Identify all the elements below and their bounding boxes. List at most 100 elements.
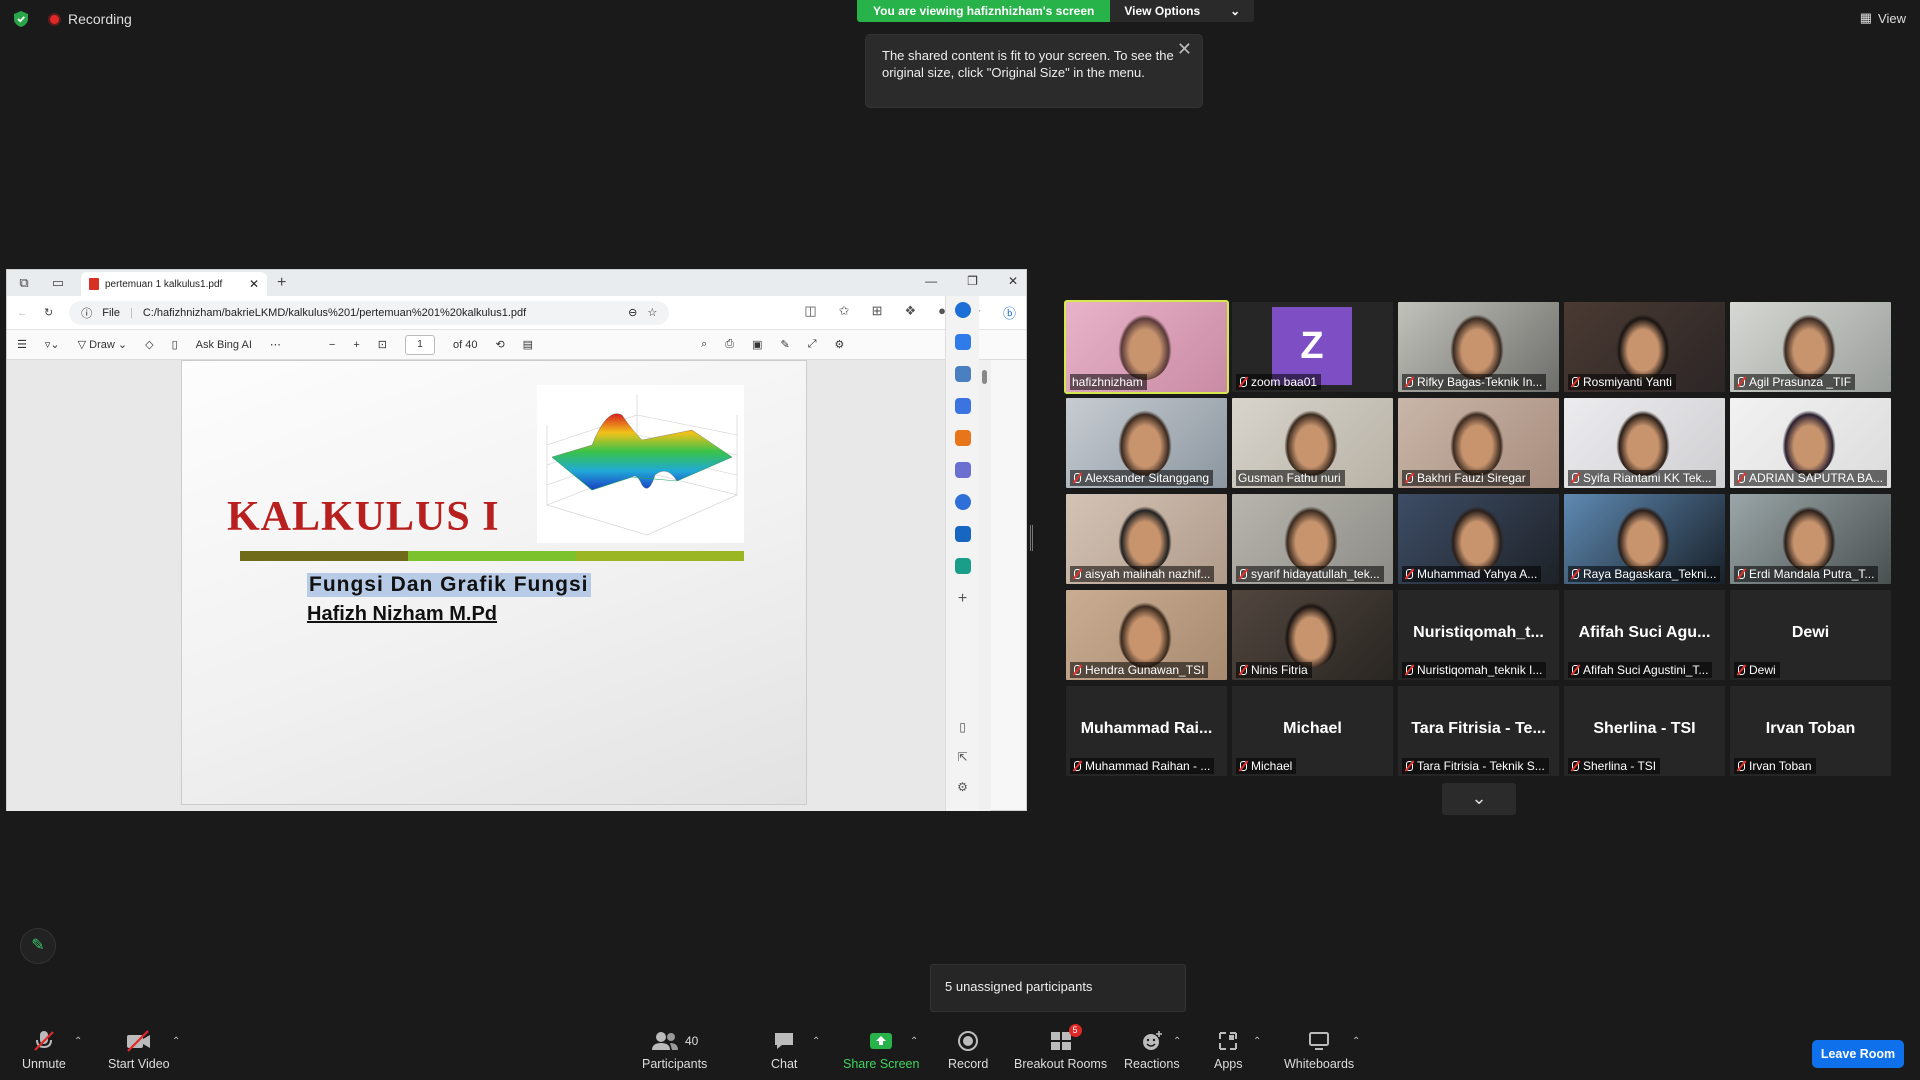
- close-tab-icon[interactable]: ✕: [249, 277, 259, 291]
- participant-tile[interactable]: Gusman Fathu nuri: [1232, 398, 1393, 488]
- participant-tile[interactable]: Syifa Riantami KK Tek...: [1564, 398, 1725, 488]
- maximize-icon[interactable]: ❐: [967, 274, 978, 288]
- participant-tile[interactable]: Hendra Gunawan_TSI: [1066, 590, 1227, 680]
- participant-tile[interactable]: hafizhnizham: [1064, 300, 1229, 394]
- more-tools-icon[interactable]: ⋯: [270, 338, 281, 351]
- participants-button[interactable]: 40 Participants: [642, 1030, 707, 1071]
- participant-tile[interactable]: Rifky Bagas-Teknik In...: [1398, 302, 1559, 392]
- collections-icon[interactable]: ⊞: [872, 303, 883, 322]
- whiteboards-button[interactable]: Whiteboards: [1284, 1030, 1354, 1071]
- chevron-down-icon[interactable]: ⌄: [1442, 783, 1516, 815]
- video-options-caret[interactable]: ⌃: [172, 1036, 180, 1047]
- find-icon[interactable]: ⌕: [701, 338, 707, 351]
- sidebar-toggle-icon[interactable]: ▯: [959, 720, 966, 734]
- settings-icon[interactable]: ⚙: [835, 338, 845, 351]
- participant-tile[interactable]: syarif hidayatullah_tek...: [1232, 494, 1393, 584]
- games-icon[interactable]: [954, 462, 971, 478]
- drop-icon[interactable]: [954, 558, 971, 574]
- recording-indicator[interactable]: Recording: [48, 11, 132, 27]
- apps-options-caret[interactable]: ⌃: [1253, 1036, 1261, 1047]
- share-screen-button[interactable]: Share Screen: [843, 1030, 919, 1071]
- participant-tile[interactable]: aisyah malihah nazhif...: [1066, 494, 1227, 584]
- sidebar-settings-icon[interactable]: ⚙: [957, 780, 968, 794]
- leave-room-button[interactable]: Leave Room: [1812, 1040, 1904, 1068]
- highlight-icon[interactable]: ▿⌄: [45, 338, 60, 351]
- view-options-button[interactable]: View Options ⌄: [1110, 0, 1255, 22]
- refresh-icon[interactable]: ↻: [44, 306, 53, 319]
- minimize-icon[interactable]: —: [925, 274, 937, 288]
- pdf-scrollbar[interactable]: [979, 360, 991, 811]
- ask-bing-button[interactable]: Ask Bing AI: [196, 339, 252, 351]
- zoom-out-icon[interactable]: −: [329, 339, 335, 351]
- splitter-handle[interactable]: [1030, 525, 1033, 551]
- unassigned-participants-popup[interactable]: 5 unassigned participants: [930, 964, 1186, 1012]
- participant-tile[interactable]: Alexsander Sitanggang: [1066, 398, 1227, 488]
- participant-tile[interactable]: Muhammad Yahya A...: [1398, 494, 1559, 584]
- participant-tile[interactable]: Rosmiyanti Yanti: [1564, 302, 1725, 392]
- view-button[interactable]: ▦ View: [1860, 10, 1906, 26]
- chat-button[interactable]: Chat: [771, 1030, 797, 1071]
- open-external-icon[interactable]: ⇱: [957, 750, 967, 764]
- contents-icon[interactable]: ☰: [17, 338, 27, 351]
- zoom-icon[interactable]: ⊖: [628, 306, 637, 319]
- shopping-icon[interactable]: [954, 398, 971, 414]
- search-icon[interactable]: [954, 366, 971, 382]
- annotate-pencil-icon[interactable]: ✎: [20, 928, 56, 964]
- save-as-icon[interactable]: ✎: [780, 338, 789, 351]
- outlook-icon[interactable]: [954, 526, 971, 542]
- zoom-in-icon[interactable]: +: [353, 339, 359, 351]
- office-icon[interactable]: [954, 494, 971, 510]
- participant-tile[interactable]: Erdi Mandala Putra_T...: [1730, 494, 1891, 584]
- back-icon[interactable]: ←: [17, 307, 28, 319]
- favorites-icon[interactable]: ✩: [839, 303, 850, 322]
- participant-tile[interactable]: Zzoom baa01: [1232, 302, 1393, 392]
- pdf-viewer[interactable]: KALKULUS I Fungsi Dan Grafik Fungsi Hafi…: [7, 296, 979, 811]
- audio-options-caret[interactable]: ⌃: [74, 1036, 82, 1047]
- participant-tile[interactable]: Raya Bagaskara_Tekni...: [1564, 494, 1725, 584]
- close-window-icon[interactable]: ✕: [1008, 274, 1018, 288]
- participant-tile[interactable]: Ninis Fitria: [1232, 590, 1393, 680]
- rotate-icon[interactable]: ⟲: [495, 338, 504, 351]
- scroll-thumb[interactable]: [982, 370, 987, 384]
- page-view-icon[interactable]: ▤: [523, 338, 533, 351]
- whiteboards-options-caret[interactable]: ⌃: [1352, 1036, 1360, 1047]
- participant-tile[interactable]: Muhammad Rai... Muhammad Raihan - ...: [1066, 686, 1227, 776]
- reactions-button[interactable]: Reactions: [1124, 1030, 1180, 1071]
- fullscreen-icon[interactable]: ⤢: [808, 338, 817, 351]
- page-number-input[interactable]: 1: [404, 334, 435, 355]
- browser-tab[interactable]: pertemuan 1 kalkulus1.pdf ✕: [81, 272, 267, 296]
- favorite-icon[interactable]: ☆: [647, 306, 657, 319]
- breakout-rooms-button[interactable]: 5 Breakout Rooms: [1014, 1024, 1107, 1071]
- fit-page-icon[interactable]: ⊡: [378, 338, 387, 351]
- unmute-button[interactable]: Unmute: [22, 1030, 66, 1071]
- tools-icon[interactable]: [954, 430, 971, 446]
- split-screen-icon[interactable]: ◫: [804, 303, 816, 322]
- tab-actions-icon[interactable]: ▭: [41, 275, 75, 291]
- print-icon[interactable]: ⎙: [725, 338, 734, 351]
- bing-icon[interactable]: ⓑ: [1003, 303, 1016, 322]
- participant-tile[interactable]: ADRIAN SAPUTRA BA...: [1730, 398, 1891, 488]
- chat-options-caret[interactable]: ⌃: [812, 1036, 820, 1047]
- add-icon[interactable]: +: [958, 590, 967, 608]
- participant-tile[interactable]: Nuristiqomah_t... Nuristiqomah_teknik I..…: [1398, 590, 1559, 680]
- share-options-caret[interactable]: ⌃: [910, 1036, 918, 1047]
- address-bar[interactable]: ⓘ File | C:/hafizhnizham/bakrieLKMD/kalk…: [69, 300, 670, 325]
- participant-tile[interactable]: Sherlina - TSI Sherlina - TSI: [1564, 686, 1725, 776]
- reactions-options-caret[interactable]: ⌃: [1173, 1036, 1181, 1047]
- participant-tile[interactable]: Agil Prasunza _TIF: [1730, 302, 1891, 392]
- read-aloud-icon[interactable]: ▯: [172, 338, 178, 351]
- participant-tile[interactable]: Dewi Dewi: [1730, 590, 1891, 680]
- participant-tile[interactable]: Tara Fitrisia - Te... Tara Fitrisia - Tek…: [1398, 686, 1559, 776]
- draw-button[interactable]: ▽ Draw ⌄: [78, 338, 127, 351]
- extensions-icon[interactable]: ❖: [904, 303, 916, 322]
- apps-button[interactable]: Apps: [1214, 1030, 1243, 1071]
- participant-tile[interactable]: Bakhri Fauzi Siregar: [1398, 398, 1559, 488]
- bell-icon[interactable]: [954, 334, 971, 350]
- participant-tile[interactable]: Irvan Toban Irvan Toban: [1730, 686, 1891, 776]
- record-button[interactable]: Record: [948, 1030, 988, 1071]
- new-tab-icon[interactable]: +: [277, 274, 286, 292]
- close-icon[interactable]: ✕: [1177, 40, 1192, 58]
- shield-icon[interactable]: [12, 10, 30, 28]
- workspaces-icon[interactable]: ⧉: [7, 275, 41, 291]
- eraser-icon[interactable]: ◇: [145, 338, 153, 351]
